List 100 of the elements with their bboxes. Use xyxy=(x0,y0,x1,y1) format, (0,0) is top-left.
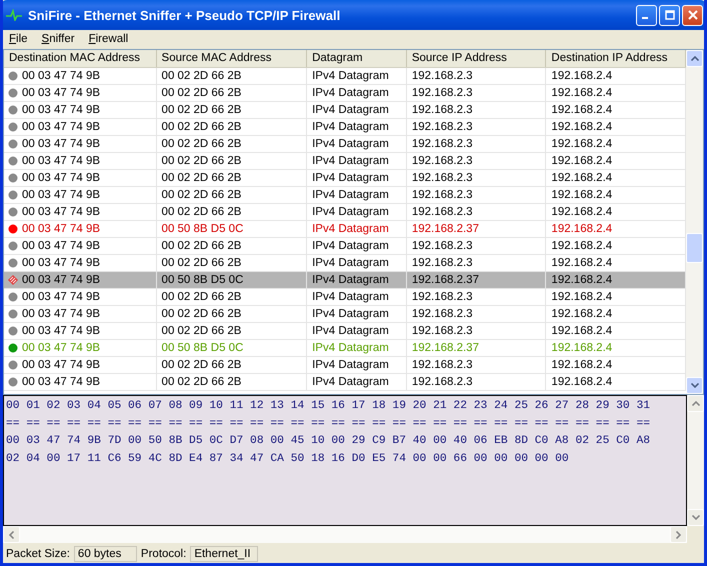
table-cell: 00 02 2D 66 2B xyxy=(156,289,308,305)
table-cell: 192.168.2.3 xyxy=(406,323,546,339)
window-title: SniFire - Ethernet Sniffer + Pseudo TCP/IP Firewall xyxy=(28,8,342,22)
left-chevron-icon xyxy=(9,530,14,538)
table-cell: 192.168.2.37 xyxy=(406,221,546,237)
close-button[interactable] xyxy=(682,4,703,26)
table-cell: 00 03 47 74 9B xyxy=(4,272,157,288)
table-cell: 00 02 2D 66 2B xyxy=(156,255,308,271)
menu-item[interactable]: File xyxy=(9,33,28,45)
table-cell: 00 03 47 74 9B xyxy=(4,68,157,84)
table-cell: 00 02 2D 66 2B xyxy=(156,119,308,135)
table-cell: 00 03 47 74 9B xyxy=(4,323,157,339)
table-cell: 00 50 8B D5 0C xyxy=(156,272,308,288)
table-cell: IPv4 Datagram xyxy=(307,306,407,322)
up-chevron-icon xyxy=(690,56,698,61)
table-cell: 00 03 47 74 9B xyxy=(4,289,157,305)
column-header[interactable]: Source MAC Address xyxy=(156,50,308,67)
scroll-down-button[interactable] xyxy=(687,509,704,526)
scroll-up-button[interactable] xyxy=(686,50,703,67)
status-label: Packet Size: xyxy=(5,547,71,562)
right-chevron-icon xyxy=(676,530,681,538)
table-cell: 192.168.2.3 xyxy=(406,136,546,152)
status-dot-icon xyxy=(8,190,18,200)
table-cell: IPv4 Datagram xyxy=(307,340,407,356)
pulse-icon xyxy=(6,9,22,21)
table-cell: 192.168.2.3 xyxy=(406,238,546,254)
table-cell: 00 02 2D 66 2B xyxy=(156,68,308,84)
status-dot-icon xyxy=(8,88,18,98)
column-header[interactable]: Source IP Address xyxy=(406,50,546,67)
status-dot-icon xyxy=(8,71,18,81)
table-cell: 00 02 2D 66 2B xyxy=(156,323,308,339)
status-label: Protocol: xyxy=(140,547,188,562)
table-cell: 00 02 2D 66 2B xyxy=(156,136,308,152)
menu-item[interactable]: Firewall xyxy=(88,33,128,45)
menu-item[interactable]: Sniffer xyxy=(42,33,75,45)
up-chevron-icon xyxy=(692,401,700,406)
table-cell: 192.168.2.3 xyxy=(406,102,546,118)
table-cell: 192.168.2.3 xyxy=(406,255,546,271)
scroll-thumb[interactable] xyxy=(686,233,703,263)
table-cell: 00 02 2D 66 2B xyxy=(156,187,308,203)
table-cell: 00 03 47 74 9B xyxy=(4,374,157,390)
table-cell: 00 03 47 74 9B xyxy=(4,136,157,152)
status-dot-icon xyxy=(8,105,18,115)
table-cell: 00 03 47 74 9B xyxy=(4,221,157,237)
status-value: 60 bytes xyxy=(74,546,137,562)
table-cell: IPv4 Datagram xyxy=(307,221,407,237)
table-cell: IPv4 Datagram xyxy=(307,238,407,254)
table-cell: 00 50 8B D5 0C xyxy=(156,340,308,356)
table-cell: 192.168.2.37 xyxy=(406,272,546,288)
horizontal-scrollbar[interactable] xyxy=(3,526,687,543)
table-cell: 192.168.2.3 xyxy=(406,306,546,322)
table-cell: IPv4 Datagram xyxy=(307,357,407,373)
close-icon xyxy=(688,10,698,20)
status-value: Ethernet_II xyxy=(190,546,258,562)
maximize-button[interactable] xyxy=(659,4,680,26)
scrollbar[interactable] xyxy=(687,395,704,526)
column-header[interactable]: Datagram xyxy=(307,50,407,67)
table-cell: 192.168.2.3 xyxy=(406,374,546,390)
table-cell: 192.168.2.37 xyxy=(406,340,546,356)
hex-line: 02 04 00 17 11 C6 59 4C 8D E4 87 34 47 CA 50 18 16 D0 E5 74 00 00 66 00 00 00 00 00 xyxy=(6,452,570,466)
table-cell: 192.168.2.3 xyxy=(406,85,546,101)
table-cell: 00 03 47 74 9B xyxy=(4,204,157,220)
table-cell: 00 03 47 74 9B xyxy=(4,170,157,186)
table-cell: IPv4 Datagram xyxy=(307,153,407,169)
table-cell: IPv4 Datagram xyxy=(307,187,407,203)
status-dot-icon xyxy=(8,173,18,183)
hex-line: 00 03 47 74 9B 7D 00 50 8B D5 0C D7 08 00 45 10 00 29 C9 B7 40 00 40 06 EB 8D C0 A8 02 25 C0 A8 xyxy=(6,434,652,449)
table-cell: 192.168.2.3 xyxy=(406,119,546,135)
column-header[interactable]: Destination MAC Address xyxy=(4,50,157,67)
hatched-diamond-icon xyxy=(8,275,18,285)
maximize-icon xyxy=(664,10,674,20)
table-cell: 00 03 47 74 9B xyxy=(4,255,157,271)
table-cell: 00 02 2D 66 2B xyxy=(156,306,308,322)
table-cell: 192.168.2.3 xyxy=(406,289,546,305)
status-dot-icon xyxy=(8,139,18,149)
table-cell: 00 03 47 74 9B xyxy=(4,119,157,135)
table-cell: IPv4 Datagram xyxy=(307,255,407,271)
table-cell: 00 02 2D 66 2B xyxy=(156,153,308,169)
scroll-up-button[interactable] xyxy=(687,395,704,412)
scroll-down-button[interactable] xyxy=(686,377,703,394)
status-dot-icon xyxy=(8,241,18,251)
status-dot-icon xyxy=(8,292,18,302)
table-cell: 00 50 8B D5 0C xyxy=(156,221,308,237)
hex-line: == == == == == == == == == == == == == == == == == == == == == == == == == == == == == == == == xyxy=(6,416,652,432)
down-chevron-icon xyxy=(692,515,700,520)
scroll-right-button[interactable] xyxy=(670,526,687,543)
table-cell: 192.168.2.3 xyxy=(406,204,546,220)
table-cell: IPv4 Datagram xyxy=(307,119,407,135)
table-cell: 00 02 2D 66 2B xyxy=(156,238,308,254)
status-dot-icon xyxy=(8,224,18,234)
table-cell: 192.168.2.3 xyxy=(406,187,546,203)
table-cell: IPv4 Datagram xyxy=(307,170,407,186)
minimize-button[interactable] xyxy=(636,4,657,26)
status-dot-icon xyxy=(8,122,18,132)
scrollbar[interactable] xyxy=(686,50,703,394)
table-cell: 192.168.2.3 xyxy=(406,68,546,84)
table-cell: 00 03 47 74 9B xyxy=(4,238,157,254)
status-dot-icon xyxy=(8,156,18,166)
scroll-left-button[interactable] xyxy=(3,526,20,543)
status-dot-icon xyxy=(8,258,18,268)
